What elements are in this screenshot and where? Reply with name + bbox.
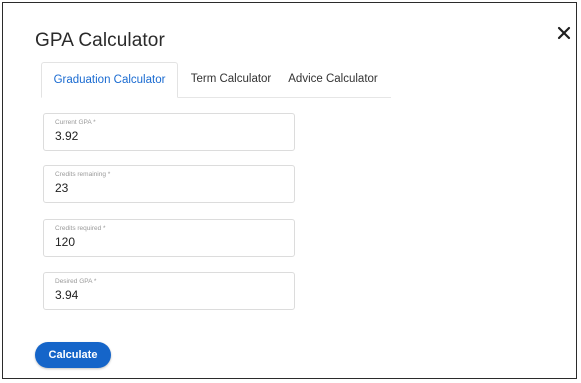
dialog-title: GPA Calculator — [35, 30, 165, 51]
credits-required-input[interactable] — [55, 235, 275, 249]
current-gpa-input[interactable] — [55, 129, 275, 143]
tab-advice-calculator[interactable]: Advice Calculator — [282, 62, 384, 97]
credits-remaining-label: Credits remaining * — [55, 171, 111, 178]
current-gpa-field[interactable]: Current GPA * — [43, 113, 295, 151]
credits-required-field[interactable]: Credits required * — [43, 219, 295, 257]
desired-gpa-field[interactable]: Desired GPA * — [43, 272, 295, 310]
credits-remaining-input[interactable] — [55, 181, 275, 195]
credits-required-label: Credits required * — [55, 225, 106, 232]
calculate-button[interactable]: Calculate — [35, 342, 111, 368]
tab-graduation-calculator[interactable]: Graduation Calculator — [41, 62, 178, 98]
gpa-calculator-dialog: GPA Calculator Graduation Calculator Ter… — [2, 2, 577, 379]
current-gpa-label: Current GPA * — [55, 119, 96, 126]
tab-term-calculator[interactable]: Term Calculator — [182, 62, 280, 97]
desired-gpa-label: Desired GPA * — [55, 278, 97, 285]
calculator-tabs: Graduation Calculator Term Calculator Ad… — [41, 62, 391, 98]
desired-gpa-input[interactable] — [55, 288, 275, 302]
close-icon[interactable] — [554, 23, 576, 45]
credits-remaining-field[interactable]: Credits remaining * — [43, 165, 295, 203]
